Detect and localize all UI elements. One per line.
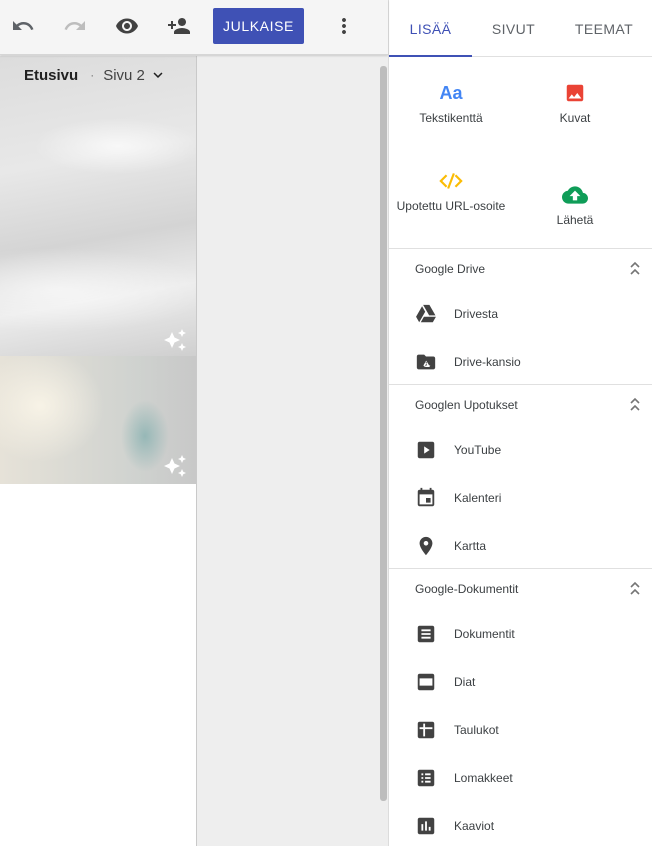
sparkle-icon[interactable] <box>163 454 187 478</box>
item-label: Drivesta <box>454 307 499 321</box>
active-tab-indicator <box>389 55 472 57</box>
chevron-down-icon[interactable] <box>149 66 167 84</box>
nav-current-page[interactable]: Etusivu <box>24 67 78 84</box>
insert-tile-label: Upotettu URL-osoite <box>396 199 506 213</box>
insert-youtube[interactable]: YouTube <box>389 431 652 471</box>
page-preview[interactable] <box>0 56 197 846</box>
insert-sheets[interactable]: Taulukot <box>389 711 652 751</box>
insert-docs[interactable]: Dokumentit <box>389 615 652 655</box>
charts-icon <box>417 817 435 835</box>
item-label: Drive-kansio <box>454 355 521 369</box>
collapse-icon[interactable] <box>627 580 643 598</box>
image-icon <box>561 79 589 107</box>
editor-toolbar: JULKAISE <box>0 0 388 55</box>
item-label: Kalenteri <box>454 491 502 505</box>
tab-insert[interactable]: LISÄÄ <box>389 0 472 57</box>
map-pin-icon <box>419 536 433 556</box>
publish-button[interactable]: JULKAISE <box>213 8 304 44</box>
insert-forms[interactable]: Lomakkeet <box>389 759 652 799</box>
insert-tile-label: Tekstikenttä <box>419 111 483 125</box>
section-header-google-docs[interactable]: Google-Dokumentit <box>389 568 652 608</box>
side-panel: LISÄÄ SIVUT TEEMAT Aa Tekstikenttä Kuvat… <box>388 0 652 846</box>
insert-from-drive[interactable]: Drivesta <box>389 295 652 335</box>
forms-icon <box>417 769 435 787</box>
insert-drive-folder[interactable]: Drive-kansio <box>389 343 652 383</box>
item-label: Kaaviot <box>454 819 495 833</box>
tab-themes[interactable]: TEEMAT <box>555 0 652 57</box>
sparkle-icon[interactable] <box>163 328 187 352</box>
embed-code-icon <box>437 167 465 195</box>
eye-icon <box>116 18 138 34</box>
sheets-icon <box>417 721 435 739</box>
insert-images[interactable]: Kuvat <box>520 79 630 125</box>
text-aa-icon: Aa <box>437 79 465 107</box>
preview-button[interactable] <box>111 10 143 42</box>
item-label: Dokumentit <box>454 627 515 641</box>
insert-tile-label: Kuvat <box>559 111 591 125</box>
section-image[interactable] <box>0 356 196 484</box>
insert-text-box[interactable]: Aa Tekstikenttä <box>396 79 506 126</box>
insert-embed-url[interactable]: Upotettu URL-osoite <box>396 167 506 213</box>
insert-upload[interactable]: Lähetä <box>520 181 630 227</box>
insert-charts[interactable]: Kaaviot <box>389 807 652 846</box>
item-label: YouTube <box>454 443 502 457</box>
person-add-icon <box>168 18 190 34</box>
drive-folder-icon <box>416 354 436 370</box>
insert-tile-label: Lähetä <box>556 213 594 227</box>
section-header-google-embeds[interactable]: Googlen Upotukset <box>389 384 652 424</box>
undo-icon <box>13 21 34 30</box>
redo-icon <box>64 21 85 30</box>
item-label: Lomakkeet <box>454 771 513 785</box>
tab-pages[interactable]: SIVUT <box>472 0 555 57</box>
slides-icon <box>417 673 435 691</box>
page-navigation: Etusivu · Sivu 2 <box>24 64 167 86</box>
collapse-icon[interactable] <box>627 396 643 414</box>
more-vert-icon <box>342 18 346 34</box>
nav-next-page[interactable]: Sivu 2 <box>103 67 145 84</box>
undo-button[interactable] <box>7 10 39 42</box>
text-aa-glyph: Aa <box>439 82 463 103</box>
section-title: Google Drive <box>415 262 486 276</box>
item-label: Kartta <box>454 539 487 553</box>
calendar-icon <box>417 487 435 507</box>
header-image[interactable] <box>0 56 196 356</box>
section-title: Googlen Upotukset <box>415 398 518 412</box>
upload-cloud-icon <box>561 181 589 209</box>
youtube-icon <box>417 441 435 459</box>
editor-scrollbar[interactable] <box>380 66 387 801</box>
section-header-google-drive[interactable]: Google Drive <box>389 248 652 288</box>
more-options-button[interactable] <box>328 10 360 42</box>
insert-calendar[interactable]: Kalenteri <box>389 479 652 519</box>
site-editor: JULKAISE Etusivu · Sivu 2 <box>0 0 388 846</box>
docs-icon <box>417 625 435 643</box>
insert-slides[interactable]: Diat <box>389 663 652 703</box>
item-label: Diat <box>454 675 476 689</box>
insert-map[interactable]: Kartta <box>389 527 652 567</box>
collapse-icon[interactable] <box>627 260 643 278</box>
nav-separator: · <box>90 68 95 82</box>
share-button[interactable] <box>163 10 195 42</box>
panel-tabs: LISÄÄ SIVUT TEEMAT <box>389 0 652 57</box>
section-title: Google-Dokumentit <box>415 582 519 596</box>
drive-icon <box>416 304 436 323</box>
item-label: Taulukot <box>454 723 499 737</box>
redo-button[interactable] <box>59 10 91 42</box>
